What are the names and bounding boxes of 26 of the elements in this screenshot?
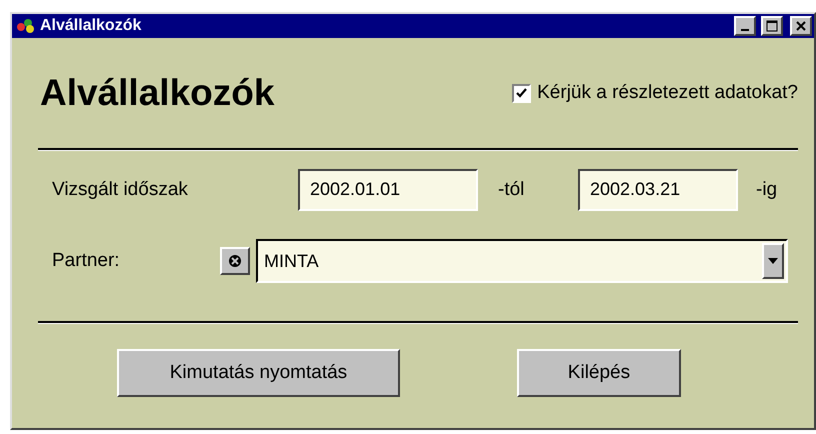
maximize-button[interactable]	[761, 16, 783, 36]
minimize-icon	[741, 29, 749, 31]
detail-checkbox[interactable]	[512, 84, 532, 102]
dropdown-button[interactable]	[762, 243, 784, 279]
partner-combobox[interactable]: MINTA	[256, 239, 788, 283]
partner-value: MINTA	[264, 250, 319, 272]
date-from-field[interactable]: 2002.01.01	[298, 169, 478, 211]
maximize-icon	[766, 20, 778, 32]
window-title: Alvállalkozók	[40, 17, 142, 35]
caret-icon	[768, 258, 778, 264]
print-report-button[interactable]: Kimutatás nyomtatás	[117, 349, 400, 397]
clear-button[interactable]	[220, 247, 250, 275]
checkmark-icon	[516, 88, 528, 98]
close-icon	[796, 21, 806, 31]
partner-label: Partner:	[52, 250, 121, 272]
close-button[interactable]	[790, 16, 812, 36]
form-heading: Alvállalkozók	[40, 72, 274, 114]
checkbox-label: Kérjük a részletezett adatokat?	[537, 82, 798, 104]
to-suffix: -ig	[756, 179, 778, 201]
from-suffix: -tól	[498, 179, 526, 201]
period-label: Vizsgált időszak	[52, 179, 189, 201]
clear-icon	[228, 254, 242, 268]
app-icon	[16, 18, 36, 34]
exit-button[interactable]: Kilépés	[516, 349, 681, 397]
date-to-field[interactable]: 2002.03.21	[578, 169, 738, 211]
minimize-button[interactable]	[734, 16, 756, 36]
